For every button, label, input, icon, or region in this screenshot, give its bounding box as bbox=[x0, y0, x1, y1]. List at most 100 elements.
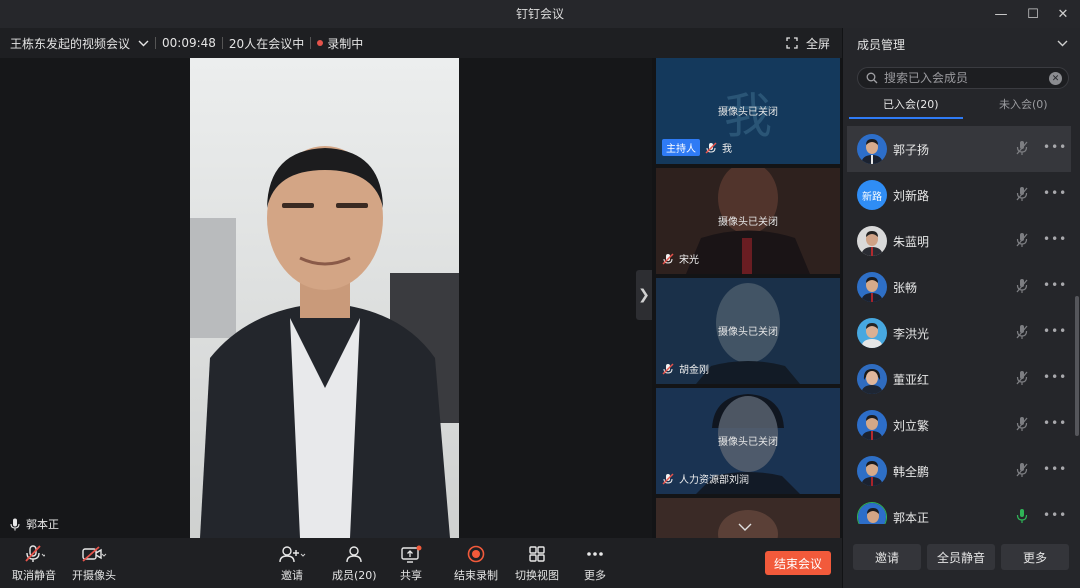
maximize-button[interactable]: ☐ bbox=[1018, 0, 1048, 28]
active-speaker-video[interactable] bbox=[190, 58, 459, 538]
search-icon bbox=[866, 72, 878, 84]
member-name: 张畅 bbox=[893, 281, 918, 295]
end-meeting-button[interactable]: 结束会议 bbox=[765, 551, 831, 575]
meeting-info-dropdown-icon[interactable] bbox=[138, 40, 149, 47]
member-item[interactable]: 郭本正 ••• bbox=[847, 494, 1071, 524]
more-button[interactable]: 更多 bbox=[584, 544, 606, 583]
camera-off-status: 摄像头已关闭 bbox=[718, 217, 778, 228]
member-name: 刘新路 bbox=[893, 189, 930, 203]
fullscreen-button[interactable]: 全屏 bbox=[786, 28, 830, 58]
meeting-toolbar: 取消静音 开摄像头 邀请 成员(20) 共享 结束录制 切换视图 更多 结束会议 bbox=[0, 538, 842, 588]
grid-view-icon bbox=[528, 544, 546, 564]
panel-invite-button[interactable]: 邀请 bbox=[853, 544, 921, 570]
mic-muted-icon[interactable] bbox=[1015, 324, 1029, 340]
member-more-icon[interactable]: ••• bbox=[1043, 278, 1067, 292]
active-speaker-name: 郭本正 bbox=[26, 518, 59, 531]
member-name: 朱蓝明 bbox=[893, 235, 930, 249]
member-item[interactable]: 李洪光 ••• bbox=[847, 310, 1071, 356]
panel-title: 成员管理 bbox=[857, 38, 906, 52]
member-list: 郭子扬 ••• 新路 刘新路 ••• 朱蓝明 ••• 张畅 ••• 李洪光 •• bbox=[843, 126, 1075, 524]
member-more-icon[interactable]: ••• bbox=[1043, 186, 1067, 200]
chevron-down-icon[interactable] bbox=[1057, 36, 1068, 50]
mic-muted-icon bbox=[705, 141, 717, 154]
record-stop-icon bbox=[466, 544, 486, 564]
fullscreen-icon bbox=[786, 37, 798, 49]
chevron-down-icon[interactable] bbox=[738, 520, 752, 534]
camera-off-icon bbox=[81, 544, 107, 564]
camera-button[interactable]: 开摄像头 bbox=[72, 544, 116, 583]
mic-muted-icon[interactable] bbox=[1015, 140, 1029, 156]
mic-muted-icon[interactable] bbox=[1015, 462, 1029, 478]
member-item[interactable]: 董亚红 ••• bbox=[847, 356, 1071, 402]
stop-recording-button[interactable]: 结束录制 bbox=[454, 544, 498, 583]
thumbnail-tile[interactable]: 摄像头已关闭 人力资源部刘润 bbox=[656, 388, 840, 494]
avatar bbox=[857, 318, 887, 348]
tab-joined[interactable]: 已入会(20) bbox=[883, 96, 939, 112]
share-button[interactable]: 共享 bbox=[400, 544, 422, 583]
member-item[interactable]: 郭子扬 ••• bbox=[847, 126, 1071, 172]
avatar-text: 新路 bbox=[862, 191, 882, 203]
member-more-icon[interactable]: ••• bbox=[1043, 462, 1067, 476]
active-tab-indicator bbox=[849, 117, 963, 119]
camera-label: 开摄像头 bbox=[72, 569, 116, 582]
mic-muted-icon bbox=[662, 362, 674, 375]
member-more-icon[interactable]: ••• bbox=[1043, 232, 1067, 246]
more-label: 更多 bbox=[584, 569, 606, 582]
share-label: 共享 bbox=[400, 569, 422, 582]
mic-muted-icon[interactable] bbox=[1015, 186, 1029, 202]
mic-active-icon[interactable] bbox=[1015, 508, 1029, 524]
member-item[interactable]: 新路 刘新路 ••• bbox=[847, 172, 1071, 218]
mic-muted-icon[interactable] bbox=[1015, 416, 1029, 432]
camera-off-status: 摄像头已关闭 bbox=[718, 107, 778, 118]
microphone-icon bbox=[10, 518, 20, 530]
avatar bbox=[857, 226, 887, 256]
divider bbox=[155, 37, 157, 49]
member-management-panel: 成员管理 ✕ 已入会(20) 未入会(0) 郭子扬 ••• 新路 刘新路 •••… bbox=[842, 28, 1080, 588]
member-search-box[interactable]: ✕ bbox=[857, 67, 1069, 89]
recording-dot-icon bbox=[317, 40, 324, 46]
share-screen-icon bbox=[400, 544, 422, 564]
member-more-icon[interactable]: ••• bbox=[1043, 140, 1067, 154]
mute-all-button[interactable]: 全员静音 bbox=[927, 544, 995, 570]
camera-off-status: 摄像头已关闭 bbox=[718, 437, 778, 448]
member-item[interactable]: 朱蓝明 ••• bbox=[847, 218, 1071, 264]
thumbnail-name-tag: 宋光 bbox=[662, 251, 699, 266]
thumbnail-name-tag: 人力资源部刘润 bbox=[662, 471, 749, 486]
meeting-name: 王栋东发起的视频会议 bbox=[10, 36, 131, 51]
panel-more-button[interactable]: 更多 bbox=[1001, 544, 1069, 570]
switch-view-button[interactable]: 切换视图 bbox=[515, 544, 559, 583]
member-name: 郭子扬 bbox=[893, 143, 930, 157]
mic-muted-icon[interactable] bbox=[1015, 278, 1029, 294]
thumbnail-tile[interactable]: 摄像头已关闭 宋光 bbox=[656, 168, 840, 274]
participant-thumbnails: 我 摄像头已关闭 主持人 我 摄像头已关闭 宋光 摄像头已关闭 胡金刚 摄像头已… bbox=[652, 58, 842, 538]
avatar bbox=[857, 364, 887, 394]
member-item[interactable]: 韩全鹏 ••• bbox=[847, 448, 1071, 494]
member-more-icon[interactable]: ••• bbox=[1043, 324, 1067, 338]
close-window-button[interactable]: ✕ bbox=[1048, 0, 1078, 28]
tab-not-joined[interactable]: 未入会(0) bbox=[999, 96, 1048, 112]
member-more-icon[interactable]: ••• bbox=[1043, 416, 1067, 430]
window-titlebar: 钉钉会议 — ☐ ✕ bbox=[0, 0, 1080, 28]
minimize-button[interactable]: — bbox=[986, 0, 1016, 28]
member-item[interactable]: 张畅 ••• bbox=[847, 264, 1071, 310]
mic-muted-icon[interactable] bbox=[1015, 370, 1029, 386]
meeting-info-bar: 王栋东发起的视频会议 00:09:48 20人在会议中 录制中 全屏 bbox=[0, 28, 842, 58]
member-more-icon[interactable]: ••• bbox=[1043, 508, 1067, 522]
thumbnail-tile[interactable]: 我 摄像头已关闭 主持人 我 bbox=[656, 58, 840, 164]
mic-muted-icon[interactable] bbox=[1015, 232, 1029, 248]
meeting-duration: 00:09:48 bbox=[162, 36, 216, 50]
add-person-icon bbox=[278, 544, 306, 564]
invite-button[interactable]: 邀请 bbox=[278, 544, 306, 583]
unmute-button[interactable]: 取消静音 bbox=[12, 544, 56, 583]
meeting-attendance: 20人在会议中 bbox=[228, 36, 305, 51]
clear-search-icon[interactable]: ✕ bbox=[1049, 72, 1062, 85]
member-item[interactable]: 刘立繁 ••• bbox=[847, 402, 1071, 448]
collapse-thumbnails-button[interactable]: ❯ bbox=[636, 270, 652, 320]
member-search-input[interactable] bbox=[884, 71, 1044, 85]
thumbnail-tile[interactable]: 摄像头已关闭 胡金刚 bbox=[656, 278, 840, 384]
divider bbox=[221, 37, 223, 49]
chevron-right-icon: ❯ bbox=[638, 287, 650, 303]
member-list-scrollbar[interactable] bbox=[1075, 296, 1079, 436]
member-more-icon[interactable]: ••• bbox=[1043, 370, 1067, 384]
members-button[interactable]: 成员(20) bbox=[332, 544, 377, 583]
